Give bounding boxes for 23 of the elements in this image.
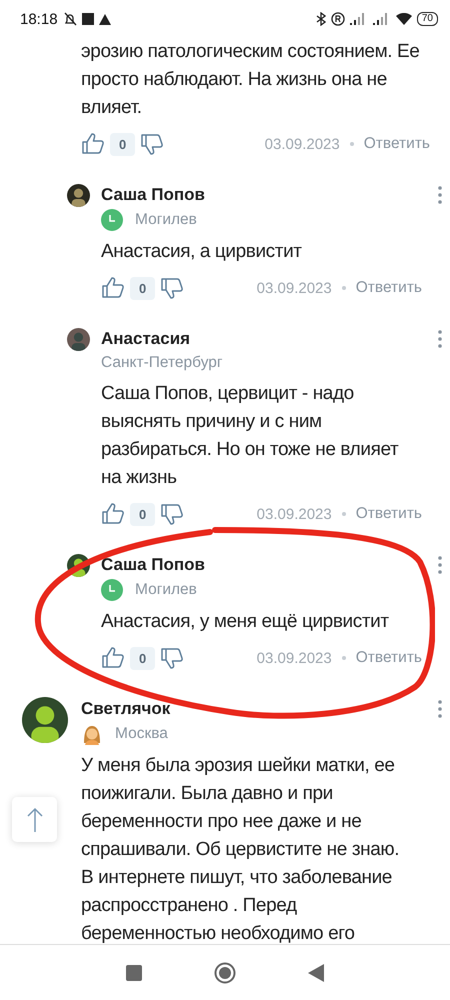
comment-text: У меня была эрозия шейки матки, ее поижигали. Была давно и при беременности про нее даже и не спрашивали. Об цервистите не знаю. В интернете пишут, что заболевание распросстранено . Перед беременностью необходимо его bbox=[81, 754, 400, 944]
like-count: 0 bbox=[130, 646, 156, 670]
comment-text: Саша Попов, цервицит - надо выяснять причину и с ним разбираться. Но он тоже не влияет на жизнь bbox=[101, 382, 400, 490]
author-name[interactable]: Анастасия bbox=[101, 327, 422, 351]
author-location: Москва bbox=[115, 725, 168, 743]
like-count: 0 bbox=[110, 132, 136, 156]
comment-date: 03.09.2023 bbox=[256, 280, 332, 296]
author-location: Могилев bbox=[135, 211, 197, 229]
author-location: Санкт-Петербург bbox=[101, 353, 224, 373]
author-name[interactable]: Саша Попов bbox=[101, 183, 422, 207]
comment-text: эрозию патологическим состоянием. Ее просто наблюдают. На жизнь она не влияет. bbox=[81, 40, 420, 120]
battery-level: 70 bbox=[416, 12, 438, 26]
author-name[interactable]: Светлячок bbox=[81, 697, 409, 721]
status-time: 18:18 bbox=[20, 10, 58, 28]
like-count: 0 bbox=[130, 276, 156, 300]
author-location: Могилев bbox=[135, 581, 197, 599]
like-count: 0 bbox=[130, 502, 156, 526]
author-name[interactable]: Саша Попов bbox=[101, 553, 422, 577]
comment-date: 03.09.2023 bbox=[264, 136, 340, 152]
comment-text: Анастасия, у меня ещё цирвистит bbox=[101, 610, 390, 634]
comment-text: Анастасия, а цирвистит bbox=[101, 240, 303, 264]
comment-date: 03.09.2023 bbox=[256, 650, 332, 666]
comment-date: 03.09.2023 bbox=[256, 506, 332, 522]
